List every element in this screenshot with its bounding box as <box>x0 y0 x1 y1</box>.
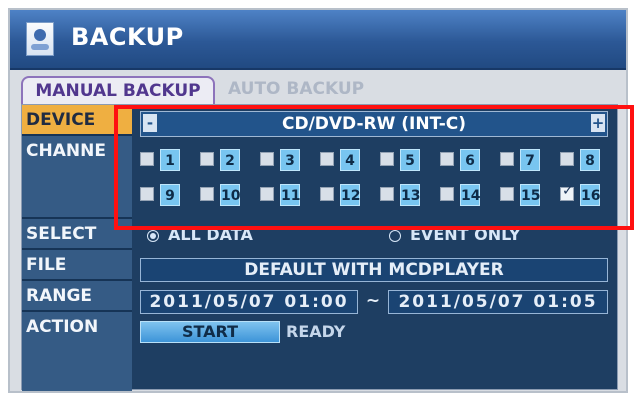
annotation-highlight-box <box>114 105 634 230</box>
range-separator: ~ <box>365 291 381 311</box>
status-text: READY <box>286 322 346 341</box>
tab-manual-backup[interactable]: MANUAL BACKUP <box>21 76 215 104</box>
tab-auto-backup[interactable]: AUTO BACKUP <box>228 76 388 102</box>
event-only-radio[interactable] <box>389 230 401 242</box>
backup-icon <box>26 22 54 56</box>
file-field[interactable]: DEFAULT WITH MCDPLAYER <box>140 258 608 282</box>
range-start-field[interactable]: 2011/05/07 01:00 <box>140 290 358 314</box>
range-end-field[interactable]: 2011/05/07 01:05 <box>388 290 608 314</box>
all-data-radio[interactable] <box>147 230 159 242</box>
title-bar: BACKUP <box>10 10 626 70</box>
action-label: ACTION <box>22 312 132 391</box>
file-label: FILE <box>22 250 132 281</box>
window-title: BACKUP <box>71 23 184 51</box>
start-button[interactable]: START <box>140 321 280 343</box>
range-label: RANGE <box>22 281 132 312</box>
